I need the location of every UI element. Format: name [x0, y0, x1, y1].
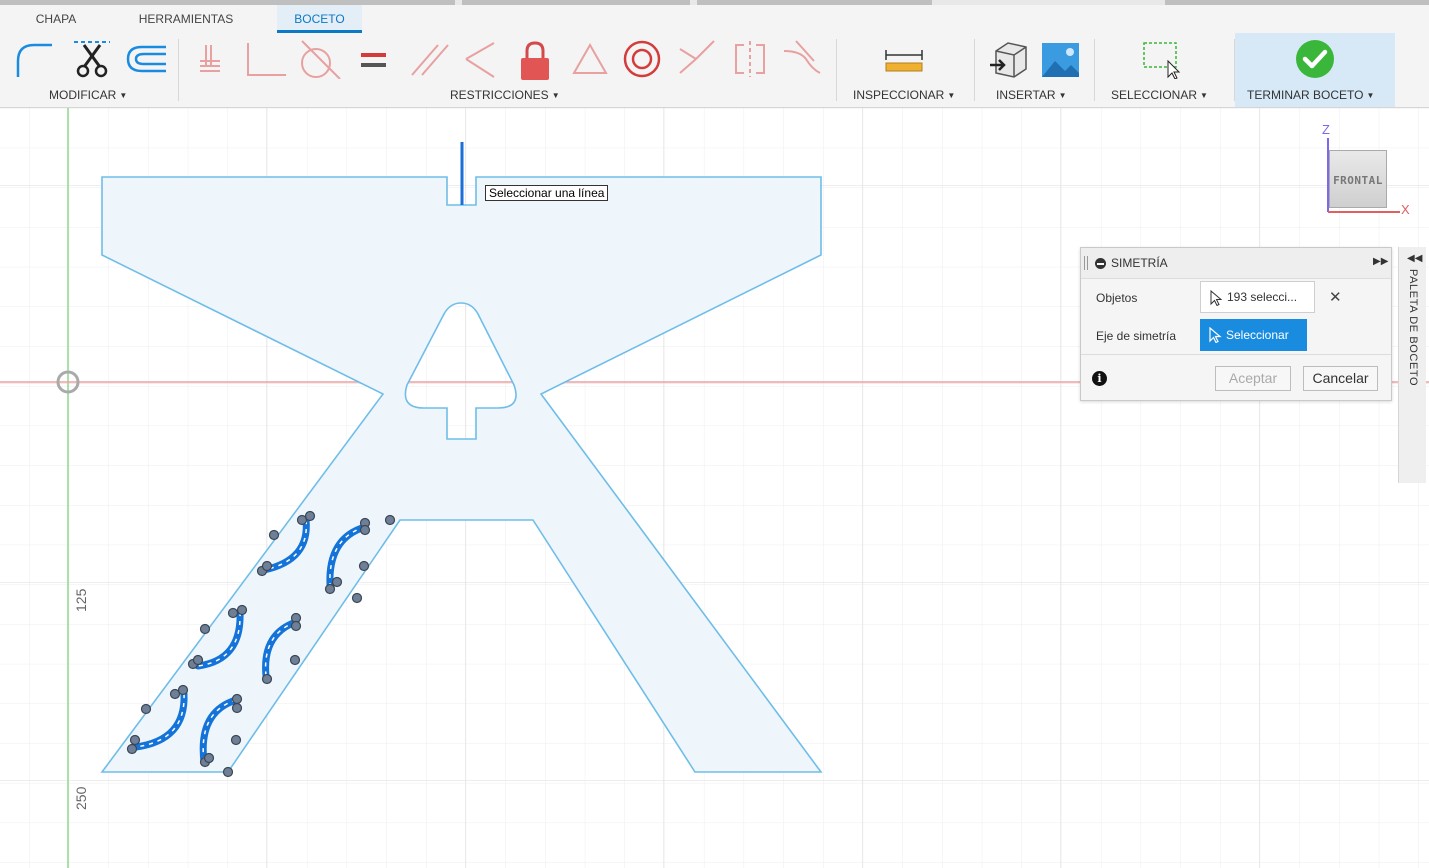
ruler-label-250: 250: [73, 786, 89, 810]
fix-icon[interactable]: [516, 39, 556, 80]
toolbar-divider: [836, 39, 837, 101]
toolbar-divider: [974, 39, 975, 101]
select-menu[interactable]: SELECCIONAR ▼: [1111, 88, 1208, 102]
inspect-menu[interactable]: INSPECCIONAR ▼: [853, 88, 955, 102]
drag-handle-icon[interactable]: [1084, 256, 1088, 270]
fillet-icon[interactable]: [14, 39, 54, 79]
symmetry-dialog: SIMETRÍA ▶▶ Objetos 193 selecci... ✕ Eje…: [1080, 247, 1392, 401]
cancel-button[interactable]: Cancelar: [1303, 366, 1378, 391]
concentric-icon[interactable]: [622, 39, 662, 79]
trim-icon[interactable]: [72, 39, 112, 79]
accept-button[interactable]: Aceptar: [1215, 366, 1291, 391]
ribbon-toolbar: MODIFICAR ▼ RESTRICCIONES ▼ INSPECCIONAR ▼: [0, 33, 1429, 108]
ruler-label-125: 125: [73, 588, 89, 612]
insert-image-icon[interactable]: [1041, 39, 1081, 79]
view-cube-front[interactable]: FRONTAL: [1329, 150, 1387, 208]
tab-chapa[interactable]: CHAPA: [18, 5, 94, 33]
measure-icon[interactable]: [884, 39, 924, 79]
select-window-icon[interactable]: [1142, 39, 1182, 80]
modify-menu[interactable]: MODIFICAR ▼: [49, 88, 127, 102]
toolbar-divider: [178, 39, 179, 101]
finish-sketch-menu[interactable]: TERMINAR BOCETO ▼: [1247, 88, 1374, 102]
select-axis-button[interactable]: Seleccionar: [1200, 319, 1307, 351]
perpendicular-icon[interactable]: [244, 39, 286, 79]
expand-icon[interactable]: ▶▶: [1373, 256, 1388, 267]
equal-icon[interactable]: [358, 39, 398, 79]
finish-sketch-icon[interactable]: [1295, 39, 1335, 79]
tab-boceto[interactable]: BOCETO: [277, 5, 362, 33]
constraints-menu[interactable]: RESTRICCIONES ▼: [450, 88, 560, 102]
select-axis-label: Seleccionar: [1226, 328, 1289, 342]
insert-component-icon[interactable]: [988, 39, 1028, 79]
sketch-svg: [0, 108, 1429, 868]
tab-herramientas[interactable]: HERRAMIENTAS: [128, 5, 244, 33]
workspace-tabs: CHAPA HERRAMIENTAS BOCETO: [0, 5, 1429, 33]
curvature-icon[interactable]: [782, 39, 822, 79]
objects-value: 193 selecci...: [1227, 290, 1298, 304]
expand-palette-icon[interactable]: ◀◀: [1407, 253, 1422, 264]
axis-label: Eje de simetría: [1096, 329, 1177, 343]
sketch-palette-tab[interactable]: ◀◀ PALETA DE BOCETO: [1398, 247, 1426, 483]
clear-selection-icon[interactable]: ✕: [1329, 288, 1342, 306]
toolbar-divider: [1094, 39, 1095, 101]
midpoint-icon[interactable]: [570, 39, 610, 79]
offset-icon[interactable]: [124, 39, 166, 79]
tangent-icon[interactable]: [298, 39, 341, 80]
horizontal-vertical-icon[interactable]: [676, 39, 716, 79]
parallel-icon[interactable]: [408, 39, 449, 79]
insert-menu[interactable]: INSERTAR ▼: [996, 88, 1067, 102]
symmetry-icon[interactable]: [730, 39, 770, 79]
objects-selection[interactable]: 193 selecci...: [1200, 281, 1315, 313]
pointer-icon: [1209, 327, 1222, 343]
dialog-footer: i Aceptar Cancelar: [1081, 354, 1391, 401]
palette-label: PALETA DE BOCETO: [1407, 269, 1419, 387]
dialog-title: SIMETRÍA: [1111, 256, 1168, 270]
collapse-icon[interactable]: [1095, 258, 1106, 269]
objects-label: Objetos: [1096, 291, 1138, 305]
pointer-icon: [1210, 290, 1223, 306]
tooltip: Seleccionar una línea: [485, 185, 609, 201]
coincident-icon[interactable]: [196, 39, 236, 79]
dialog-header[interactable]: SIMETRÍA ▶▶: [1081, 248, 1391, 279]
info-icon[interactable]: i: [1092, 371, 1107, 386]
axis-z-label: Z: [1322, 122, 1330, 137]
collinear-icon[interactable]: [462, 39, 502, 79]
sketch-canvas[interactable]: [0, 108, 1429, 868]
toolbar-divider: [1234, 39, 1235, 101]
axis-x-label: X: [1401, 202, 1410, 217]
